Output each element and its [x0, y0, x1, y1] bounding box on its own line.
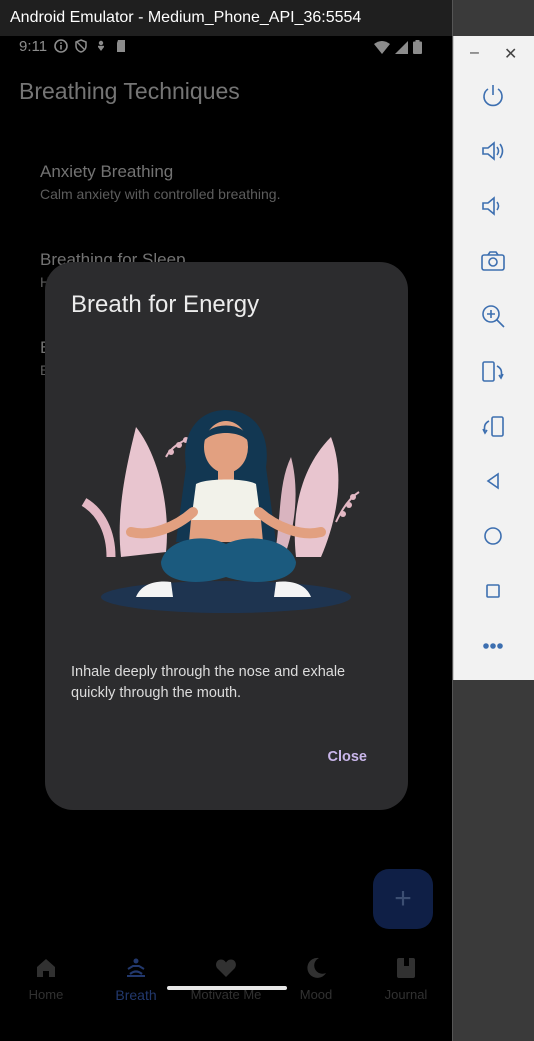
emulator-title-bar: Android Emulator - Medium_Phone_API_36:5…: [0, 0, 452, 36]
emulator-window: Android Emulator - Medium_Phone_API_36:5…: [0, 0, 453, 1041]
zoom-icon: [482, 305, 505, 328]
phone-screen: 9:11 Breathing Techniques Anxiety Breath…: [0, 36, 452, 1041]
dialog-body-text: Inhale deeply through the nose and exhal…: [71, 664, 346, 701]
rotate-left-icon: [482, 361, 504, 382]
back-button[interactable]: [476, 464, 510, 498]
gesture-home-indicator[interactable]: [167, 986, 287, 990]
volume-up-button[interactable]: [476, 134, 510, 168]
emulator-toolbar: – ✕: [453, 36, 534, 680]
minimize-button[interactable]: –: [470, 44, 479, 62]
more-icon: [483, 643, 503, 649]
volume-up-icon: [482, 141, 504, 161]
power-button[interactable]: [476, 79, 510, 113]
meditation-illustration: [81, 410, 360, 613]
back-icon: [486, 472, 499, 490]
home-circle-icon: [484, 527, 502, 545]
window-title: Android Emulator - Medium_Phone_API_36:5…: [10, 9, 362, 26]
dialog-title: Breath for Energy: [71, 291, 260, 318]
rotate-right-button[interactable]: [476, 409, 510, 443]
home-button[interactable]: [476, 519, 510, 553]
technique-dialog: Breath for Energy Inhale deeply through …: [45, 262, 408, 810]
rotate-right-icon: [482, 416, 504, 437]
rotate-left-button[interactable]: [476, 354, 510, 388]
camera-icon: [481, 251, 505, 271]
close-window-button[interactable]: ✕: [504, 44, 517, 64]
overview-icon: [486, 584, 500, 598]
volume-down-button[interactable]: [476, 189, 510, 223]
zoom-button[interactable]: [476, 299, 510, 333]
screenshot-button[interactable]: [476, 244, 510, 278]
close-button[interactable]: Close: [328, 749, 368, 765]
overview-button[interactable]: [476, 574, 510, 608]
more-button[interactable]: [476, 629, 510, 663]
volume-down-icon: [482, 196, 500, 216]
power-icon: [483, 85, 503, 107]
